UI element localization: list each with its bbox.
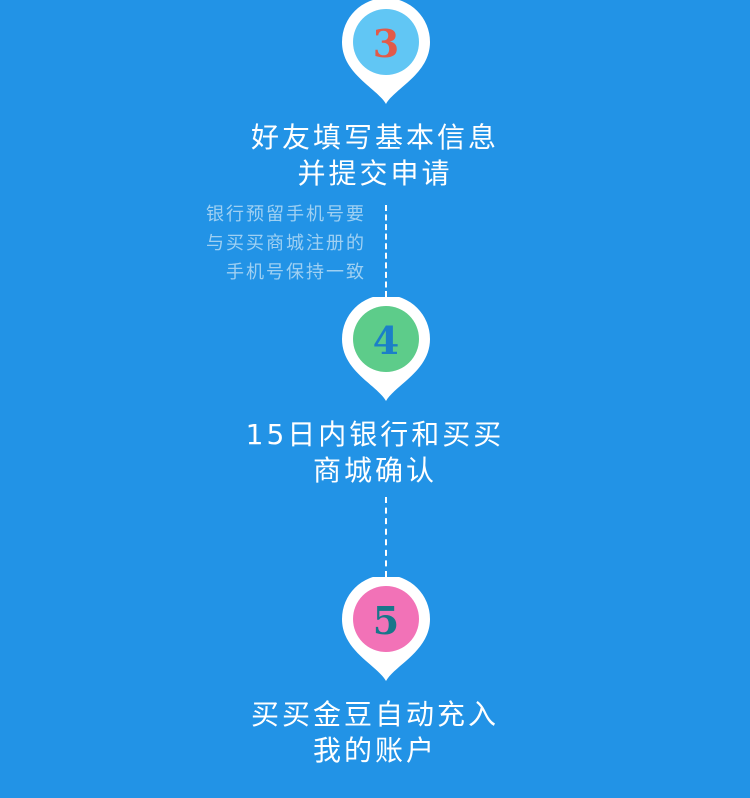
phone-note-line3: 手机号保持一致 (226, 262, 366, 283)
step-4-number: 4 (373, 318, 399, 363)
step-3-title: 好友填写基本信息 并提交申请 (0, 120, 750, 192)
phone-note-line2: 与买买商城注册的 (206, 233, 366, 254)
step-5-title: 买买金豆自动充入 我的账户 (0, 697, 750, 769)
phone-note-line1: 银行预留手机号要 (206, 204, 366, 225)
step-5-title-line2: 我的账户 (312, 734, 437, 767)
map-pin-icon: 3 (342, 0, 430, 104)
map-pin-icon: 4 (342, 297, 430, 401)
step-4-title-line1: 15日内银行和买买 (245, 418, 505, 451)
step-3-number: 3 (373, 21, 399, 66)
step-4-title: 15日内银行和买买 商城确认 (0, 417, 750, 489)
step-3-title-line1: 好友填写基本信息 (250, 121, 499, 154)
step-5-marker: 5 (342, 577, 430, 683)
step-4-marker: 4 (342, 297, 430, 403)
connector-dashed-line (385, 205, 387, 297)
map-pin-icon: 5 (342, 577, 430, 681)
step-5-title-line1: 买买金豆自动充入 (250, 698, 499, 731)
step-4-title-line2: 商城确认 (312, 454, 437, 487)
phone-note: 银行预留手机号要 与买买商城注册的 手机号保持一致 (126, 200, 366, 287)
step-5-number: 5 (373, 598, 399, 643)
connector-dashed-line (385, 497, 387, 577)
step-3-title-line2: 并提交申请 (297, 157, 453, 190)
step-3-marker: 3 (342, 0, 430, 106)
